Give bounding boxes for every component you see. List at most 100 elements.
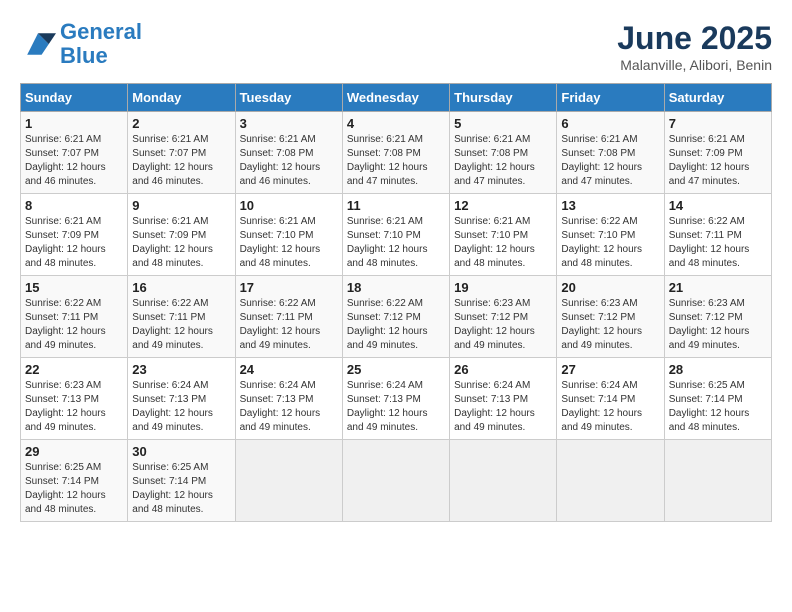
day-cell-23: 23 Sunrise: 6:24 AM Sunset: 7:13 PM Dayl…: [128, 358, 235, 440]
calendar-week-4: 22 Sunrise: 6:23 AM Sunset: 7:13 PM Dayl…: [21, 358, 772, 440]
day-number: 9: [132, 198, 230, 213]
day-number: 11: [347, 198, 445, 213]
logo-text: General Blue: [60, 20, 142, 68]
day-info: Sunrise: 6:21 AM Sunset: 7:09 PM Dayligh…: [669, 133, 767, 189]
day-number: 2: [132, 116, 230, 131]
day-cell-18: 18 Sunrise: 6:22 AM Sunset: 7:12 PM Dayl…: [342, 276, 449, 358]
header-saturday: Saturday: [664, 84, 771, 112]
day-cell-5: 5 Sunrise: 6:21 AM Sunset: 7:08 PM Dayli…: [450, 112, 557, 194]
day-number: 15: [25, 280, 123, 295]
weekday-row: Sunday Monday Tuesday Wednesday Thursday…: [21, 84, 772, 112]
day-cell-16: 16 Sunrise: 6:22 AM Sunset: 7:11 PM Dayl…: [128, 276, 235, 358]
day-cell-24: 24 Sunrise: 6:24 AM Sunset: 7:13 PM Dayl…: [235, 358, 342, 440]
day-info: Sunrise: 6:22 AM Sunset: 7:11 PM Dayligh…: [240, 297, 338, 353]
day-cell-17: 17 Sunrise: 6:22 AM Sunset: 7:11 PM Dayl…: [235, 276, 342, 358]
empty-cell: [664, 440, 771, 522]
day-number: 22: [25, 362, 123, 377]
day-cell-9: 9 Sunrise: 6:21 AM Sunset: 7:09 PM Dayli…: [128, 194, 235, 276]
day-number: 14: [669, 198, 767, 213]
calendar-week-5: 29 Sunrise: 6:25 AM Sunset: 7:14 PM Dayl…: [21, 440, 772, 522]
empty-cell: [342, 440, 449, 522]
day-info: Sunrise: 6:22 AM Sunset: 7:11 PM Dayligh…: [132, 297, 230, 353]
logo-icon: [20, 26, 56, 62]
day-info: Sunrise: 6:21 AM Sunset: 7:08 PM Dayligh…: [347, 133, 445, 189]
day-info: Sunrise: 6:24 AM Sunset: 7:13 PM Dayligh…: [454, 379, 552, 435]
calendar-week-1: 1 Sunrise: 6:21 AM Sunset: 7:07 PM Dayli…: [21, 112, 772, 194]
day-info: Sunrise: 6:23 AM Sunset: 7:13 PM Dayligh…: [25, 379, 123, 435]
day-info: Sunrise: 6:22 AM Sunset: 7:12 PM Dayligh…: [347, 297, 445, 353]
day-number: 28: [669, 362, 767, 377]
day-number: 27: [561, 362, 659, 377]
day-info: Sunrise: 6:25 AM Sunset: 7:14 PM Dayligh…: [25, 461, 123, 517]
header-monday: Monday: [128, 84, 235, 112]
day-number: 19: [454, 280, 552, 295]
day-info: Sunrise: 6:21 AM Sunset: 7:10 PM Dayligh…: [240, 215, 338, 271]
day-cell-29: 29 Sunrise: 6:25 AM Sunset: 7:14 PM Dayl…: [21, 440, 128, 522]
day-cell-15: 15 Sunrise: 6:22 AM Sunset: 7:11 PM Dayl…: [21, 276, 128, 358]
day-info: Sunrise: 6:24 AM Sunset: 7:14 PM Dayligh…: [561, 379, 659, 435]
day-cell-28: 28 Sunrise: 6:25 AM Sunset: 7:14 PM Dayl…: [664, 358, 771, 440]
day-cell-2: 2 Sunrise: 6:21 AM Sunset: 7:07 PM Dayli…: [128, 112, 235, 194]
day-cell-11: 11 Sunrise: 6:21 AM Sunset: 7:10 PM Dayl…: [342, 194, 449, 276]
day-number: 17: [240, 280, 338, 295]
header-sunday: Sunday: [21, 84, 128, 112]
month-title: June 2025: [617, 20, 772, 57]
day-info: Sunrise: 6:23 AM Sunset: 7:12 PM Dayligh…: [454, 297, 552, 353]
logo: General Blue: [20, 20, 142, 68]
day-cell-22: 22 Sunrise: 6:23 AM Sunset: 7:13 PM Dayl…: [21, 358, 128, 440]
empty-cell: [450, 440, 557, 522]
day-cell-4: 4 Sunrise: 6:21 AM Sunset: 7:08 PM Dayli…: [342, 112, 449, 194]
page-header: General Blue June 2025 Malanville, Alibo…: [20, 20, 772, 73]
day-cell-25: 25 Sunrise: 6:24 AM Sunset: 7:13 PM Dayl…: [342, 358, 449, 440]
day-info: Sunrise: 6:21 AM Sunset: 7:08 PM Dayligh…: [240, 133, 338, 189]
day-info: Sunrise: 6:23 AM Sunset: 7:12 PM Dayligh…: [561, 297, 659, 353]
day-info: Sunrise: 6:21 AM Sunset: 7:07 PM Dayligh…: [25, 133, 123, 189]
day-cell-8: 8 Sunrise: 6:21 AM Sunset: 7:09 PM Dayli…: [21, 194, 128, 276]
day-cell-20: 20 Sunrise: 6:23 AM Sunset: 7:12 PM Dayl…: [557, 276, 664, 358]
day-cell-26: 26 Sunrise: 6:24 AM Sunset: 7:13 PM Dayl…: [450, 358, 557, 440]
day-info: Sunrise: 6:24 AM Sunset: 7:13 PM Dayligh…: [132, 379, 230, 435]
day-info: Sunrise: 6:21 AM Sunset: 7:10 PM Dayligh…: [347, 215, 445, 271]
day-info: Sunrise: 6:21 AM Sunset: 7:08 PM Dayligh…: [454, 133, 552, 189]
header-wednesday: Wednesday: [342, 84, 449, 112]
day-info: Sunrise: 6:25 AM Sunset: 7:14 PM Dayligh…: [132, 461, 230, 517]
day-cell-21: 21 Sunrise: 6:23 AM Sunset: 7:12 PM Dayl…: [664, 276, 771, 358]
day-number: 7: [669, 116, 767, 131]
day-info: Sunrise: 6:21 AM Sunset: 7:09 PM Dayligh…: [25, 215, 123, 271]
day-number: 18: [347, 280, 445, 295]
calendar-table: Sunday Monday Tuesday Wednesday Thursday…: [20, 83, 772, 522]
calendar-week-3: 15 Sunrise: 6:22 AM Sunset: 7:11 PM Dayl…: [21, 276, 772, 358]
day-info: Sunrise: 6:22 AM Sunset: 7:11 PM Dayligh…: [669, 215, 767, 271]
empty-cell: [235, 440, 342, 522]
day-number: 20: [561, 280, 659, 295]
day-info: Sunrise: 6:21 AM Sunset: 7:07 PM Dayligh…: [132, 133, 230, 189]
calendar-body: 1 Sunrise: 6:21 AM Sunset: 7:07 PM Dayli…: [21, 112, 772, 522]
day-number: 30: [132, 444, 230, 459]
title-block: June 2025 Malanville, Alibori, Benin: [617, 20, 772, 73]
day-number: 6: [561, 116, 659, 131]
day-number: 23: [132, 362, 230, 377]
day-info: Sunrise: 6:24 AM Sunset: 7:13 PM Dayligh…: [240, 379, 338, 435]
day-cell-7: 7 Sunrise: 6:21 AM Sunset: 7:09 PM Dayli…: [664, 112, 771, 194]
day-cell-12: 12 Sunrise: 6:21 AM Sunset: 7:10 PM Dayl…: [450, 194, 557, 276]
day-info: Sunrise: 6:21 AM Sunset: 7:08 PM Dayligh…: [561, 133, 659, 189]
day-number: 13: [561, 198, 659, 213]
empty-cell: [557, 440, 664, 522]
day-cell-14: 14 Sunrise: 6:22 AM Sunset: 7:11 PM Dayl…: [664, 194, 771, 276]
day-info: Sunrise: 6:22 AM Sunset: 7:10 PM Dayligh…: [561, 215, 659, 271]
day-number: 25: [347, 362, 445, 377]
day-number: 8: [25, 198, 123, 213]
day-cell-6: 6 Sunrise: 6:21 AM Sunset: 7:08 PM Dayli…: [557, 112, 664, 194]
day-info: Sunrise: 6:21 AM Sunset: 7:09 PM Dayligh…: [132, 215, 230, 271]
day-cell-27: 27 Sunrise: 6:24 AM Sunset: 7:14 PM Dayl…: [557, 358, 664, 440]
header-thursday: Thursday: [450, 84, 557, 112]
day-number: 5: [454, 116, 552, 131]
day-cell-30: 30 Sunrise: 6:25 AM Sunset: 7:14 PM Dayl…: [128, 440, 235, 522]
day-number: 21: [669, 280, 767, 295]
logo-blue: Blue: [60, 43, 108, 68]
day-number: 4: [347, 116, 445, 131]
day-number: 24: [240, 362, 338, 377]
day-info: Sunrise: 6:21 AM Sunset: 7:10 PM Dayligh…: [454, 215, 552, 271]
day-info: Sunrise: 6:23 AM Sunset: 7:12 PM Dayligh…: [669, 297, 767, 353]
header-tuesday: Tuesday: [235, 84, 342, 112]
